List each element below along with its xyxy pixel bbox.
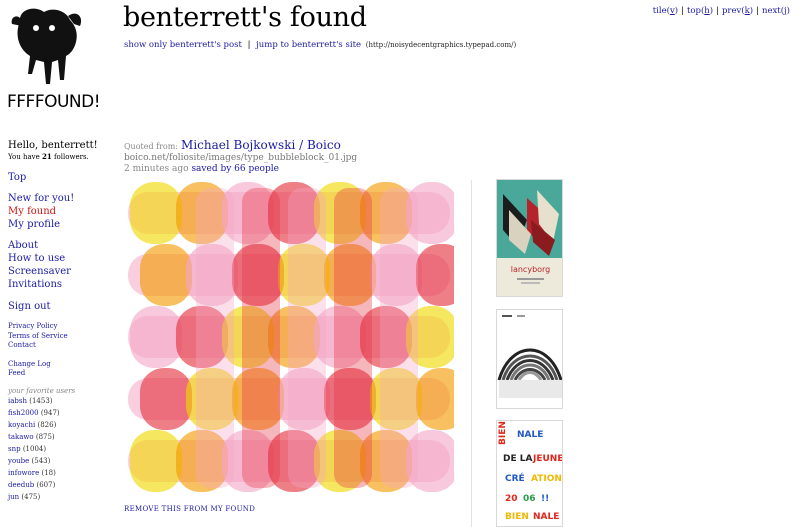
favorite-users-list: iabsh (1453) fish2000 (947) koyachi (826… [8,395,108,503]
sign-out-link[interactable]: Sign out [8,300,108,313]
sidebar-item-invitations[interactable]: Invitations [8,278,108,291]
svg-text:20: 20 [505,494,518,504]
favorite-user-link[interactable]: iabsh [8,397,27,405]
sub-navigation: show only benterrett's post | jump to be… [124,40,516,50]
post-meta: 2 minutes ago saved by 66 people [124,164,279,174]
svg-text:BIEN: BIEN [505,512,529,522]
list-item: snp (1004) [8,444,47,453]
list-item: koyachi (826) [8,420,57,429]
feed-link[interactable]: Feed [8,369,108,379]
sidebar-item-how-to-use[interactable]: How to use [8,252,108,265]
list-item: yoube (543) [8,456,51,465]
sidebar-item-my-found[interactable]: My found [8,205,108,218]
list-item: iabsh (1453) [8,396,53,405]
show-only-posts-link[interactable]: show only benterrett's post [124,40,242,50]
sidebar-item-my-profile[interactable]: My profile [8,218,108,231]
separator: | [756,6,759,16]
sidebar-item-about[interactable]: About [8,239,108,252]
sidebar-item-new-for-you[interactable]: New for you! [8,192,108,205]
svg-text:ATION: ATION [531,474,562,484]
hanging-creature-icon [11,8,82,84]
svg-text:NALE: NALE [517,430,543,440]
sidebar-item-screensaver[interactable]: Screensaver [8,265,108,278]
list-item: deedub (607) [8,480,56,489]
svg-text:BIEN: BIEN [498,421,508,445]
sidebar-item-top[interactable]: Top [8,171,108,184]
tile-link[interactable]: tile(v) [653,6,678,16]
thumbnail-poster-biennale[interactable]: BIEN NALE DE LA JEUNE CRÉ ATION 20 06 !!… [496,420,563,527]
sidebar: Hello, benterrett! You have 21 followers… [8,140,108,503]
ffffound-logo[interactable]: FFFFOUND! [6,4,102,120]
remove-from-my-found-link[interactable]: REMOVE THIS FROM MY FOUND [124,505,255,513]
pager: tile(v) | top(h) | prev(k) | next(j) [653,6,790,16]
thumbnail-caption: lancyborg [511,265,551,274]
separator: | [716,6,719,16]
change-log-link[interactable]: Change Log [8,360,108,370]
quoted-from-link[interactable]: Michael Bojkowski / Boico [181,138,341,152]
privacy-policy-link[interactable]: Privacy Policy [8,322,108,332]
list-item: infowore (18) [8,468,56,477]
logo-text: FFFFOUND! [7,92,101,112]
top-link[interactable]: top(h) [687,6,713,16]
quoted-from-label: Quoted from: [124,142,179,151]
list-item: fish2000 (947) [8,408,60,417]
svg-text:CRÉ: CRÉ [505,472,525,484]
prev-link[interactable]: prev(k) [722,6,753,16]
main-image[interactable] [124,180,468,500]
thumbnail-next[interactable]: lancyborg [496,179,563,297]
favorite-user-link[interactable]: fish2000 [8,409,39,417]
favorite-user-link[interactable]: koyachi [8,421,35,429]
separator: | [247,40,251,50]
favorite-user-link[interactable]: jun [8,493,19,501]
thumbnail-prev[interactable] [496,309,563,409]
svg-text:NALE: NALE [533,512,559,522]
favorite-user-link[interactable]: snp [8,445,21,453]
bubble-type-artwork [128,182,468,492]
page-title: benterrett's found [123,2,367,33]
poster-thumbnail: lancyborg [497,180,562,296]
poster-thumbnail: BIEN NALE DE LA JEUNE CRÉ ATION 20 06 !!… [497,421,563,526]
site-url: (http://noisydecentgraphics.typepad.com/… [365,41,517,49]
quoted-from: Quoted from: Michael Bojkowski / Boico [124,138,341,152]
poster-thumbnail [497,310,562,408]
separator: | [681,6,684,16]
favorite-user-link[interactable]: yoube [8,457,29,465]
list-item: takawo (875) [8,432,55,441]
svg-text:!!: !! [541,494,549,504]
jump-to-site-link[interactable]: jump to benterrett's site [256,40,361,50]
favorite-user-link[interactable]: deedub [8,481,34,489]
timestamp: 2 minutes ago [124,164,189,174]
followers-count: You have 21 followers. [8,152,89,161]
list-item: jun (475) [8,492,41,501]
svg-text:JEUNE: JEUNE [532,454,563,464]
terms-of-service-link[interactable]: Terms of Service [8,332,108,342]
favorite-user-link[interactable]: infowore [8,469,39,477]
source-url: boico.net/foliosite/images/type_bubblebl… [124,153,358,163]
favorite-users-heading: your favorite users [8,386,76,395]
svg-text:DE LA: DE LA [503,454,532,464]
contact-link[interactable]: Contact [8,341,108,351]
favorite-user-link[interactable]: takawo [8,433,34,441]
greeting: Hello, benterrett! [8,140,98,151]
divider [471,180,472,527]
svg-text:06: 06 [523,494,536,504]
saved-by-link[interactable]: saved by 66 people [191,164,279,174]
next-link[interactable]: next(j) [762,6,790,16]
